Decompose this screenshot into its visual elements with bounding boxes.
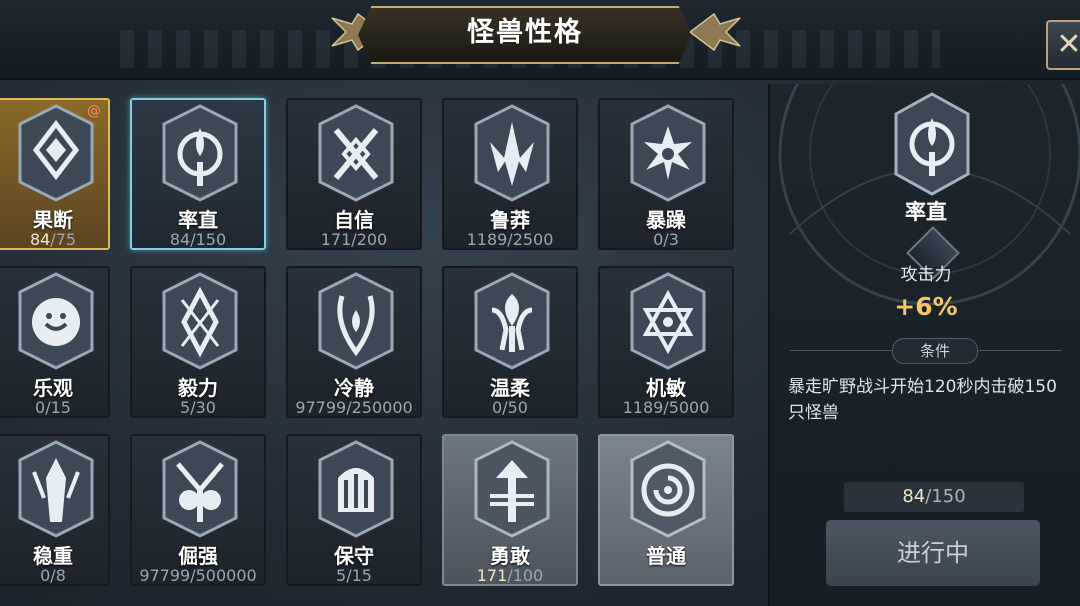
attribute-value: +6% — [894, 292, 958, 321]
spiral-emblem-icon — [630, 440, 706, 538]
trait-progress: 0/15 — [35, 398, 71, 417]
trait-name: 暴躁 — [646, 208, 686, 232]
trait-card-wenzhong[interactable]: 稳重 0/8 — [0, 434, 110, 586]
selected-progress: 84/150 — [844, 482, 1024, 512]
trait-name: 倔强 — [178, 544, 218, 568]
close-icon: ✕ — [1056, 27, 1080, 62]
trait-progress: 97799/500000 — [139, 566, 257, 585]
trait-card-zixin[interactable]: 自信 171/200 — [286, 98, 422, 250]
trait-name: 自信 — [334, 208, 374, 232]
page-title: 怪兽性格 — [467, 17, 583, 48]
trait-progress: 5/30 — [180, 398, 216, 417]
trait-progress: 5/15 — [336, 566, 372, 585]
star-burst-emblem-icon — [630, 104, 706, 202]
trait-progress: 171/200 — [320, 230, 388, 249]
swirl-badge-icon: @ — [87, 103, 101, 119]
claw-emblem-icon — [474, 104, 550, 202]
trait-name: 普通 — [646, 544, 686, 568]
horned-mask-emblem-icon — [162, 440, 238, 538]
hexagram-emblem-icon — [630, 272, 706, 370]
trait-card-guoduan[interactable]: @ 果断 84/75 — [0, 98, 110, 250]
condition-tag: 条件 — [892, 338, 978, 364]
trait-progress: 97799/250000 — [295, 398, 413, 417]
close-button[interactable]: ✕ — [1046, 20, 1080, 70]
trait-card-yonggan[interactable]: 勇敢 171/100 — [442, 434, 578, 586]
trait-name: 鲁莽 — [490, 208, 530, 232]
attribute-label: 攻击力 — [900, 265, 952, 285]
trait-progress: 0/3 — [653, 230, 679, 249]
trait-detail-panel: 率直 攻击力 +6% 条件 暴走旷野战斗开始120秒内击破150只怪兽 84/1… — [768, 84, 1080, 606]
trait-name: 果断 — [33, 208, 73, 232]
selected-trait-name: 率直 — [905, 200, 947, 224]
trait-card-lumang[interactable]: 鲁莽 1189/2500 — [442, 98, 578, 250]
condition-text: 暴走旷野战斗开始120秒内击破150只怪兽 — [788, 377, 1057, 423]
crossed-blades-emblem-icon — [162, 272, 238, 370]
trait-name: 稳重 — [33, 544, 73, 568]
trait-card-baoshou[interactable]: 保守 5/15 — [286, 434, 422, 586]
trait-grid: @ 果断 84/75 率直 84/150 自信 171/200 鲁莽 1189/… — [0, 84, 760, 606]
trait-progress: 1189/2500 — [466, 230, 554, 249]
trait-name: 勇敢 — [490, 544, 530, 568]
trait-name: 保守 — [334, 544, 374, 568]
trait-name: 毅力 — [178, 376, 218, 400]
trait-card-shuaizhi[interactable]: 率直 84/150 — [130, 98, 266, 250]
trait-name: 冷静 — [334, 376, 374, 400]
trait-progress: 171/100 — [476, 566, 544, 585]
trait-name: 温柔 — [490, 376, 530, 400]
sun-face-emblem-icon — [18, 272, 94, 370]
trait-card-jimin[interactable]: 机敏 1189/5000 — [598, 266, 734, 418]
in-progress-button[interactable]: 进行中 — [826, 520, 1040, 586]
trait-card-yili[interactable]: 毅力 5/30 — [130, 266, 266, 418]
arrow-up-emblem-icon — [474, 440, 550, 538]
helmet-emblem-icon — [318, 440, 394, 538]
trait-name: 乐观 — [33, 376, 73, 400]
trait-progress: 0/50 — [492, 398, 528, 417]
trait-card-wenrou[interactable]: 温柔 0/50 — [442, 266, 578, 418]
trait-card-baozao[interactable]: 暴躁 0/3 — [598, 98, 734, 250]
trait-progress: 1189/5000 — [622, 398, 710, 417]
top-bar: 怪兽性格 ✕ — [0, 0, 1080, 80]
trait-name: 机敏 — [646, 376, 686, 400]
right-wing-ornament — [690, 12, 741, 52]
trait-card-lengjing[interactable]: 冷静 97799/250000 — [286, 266, 422, 418]
drop-circle-emblem-icon — [162, 104, 238, 202]
flame-drop-emblem-icon — [318, 272, 394, 370]
trait-progress: 0/8 — [40, 566, 66, 585]
trait-progress: 84/75 — [29, 230, 77, 249]
pillar-emblem-icon — [18, 440, 94, 538]
trait-card-leguan[interactable]: 乐观 0/15 — [0, 266, 110, 418]
trait-progress: 84/150 — [169, 230, 227, 249]
x-knot-emblem-icon — [318, 104, 394, 202]
trait-card-juejiang[interactable]: 倔强 97799/500000 — [130, 434, 266, 586]
selected-drop-circle-emblem-icon — [894, 92, 970, 196]
trait-name: 率直 — [178, 208, 218, 232]
lotus-emblem-icon — [474, 272, 550, 370]
trait-card-putong[interactable]: 普通 — [598, 434, 734, 586]
